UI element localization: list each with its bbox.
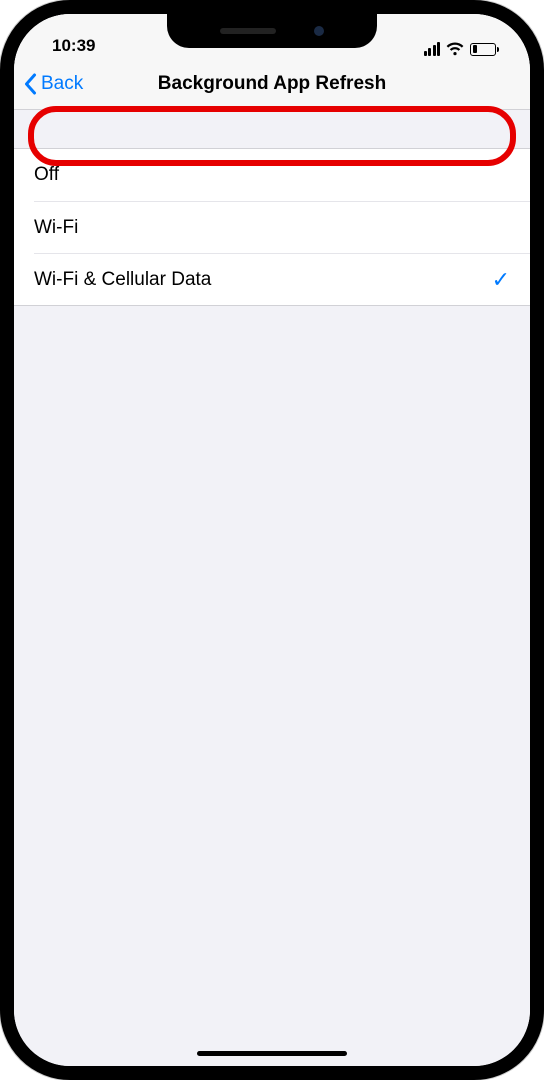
option-wifi-cellular[interactable]: Wi-Fi & Cellular Data ✓ [34,253,530,305]
device-notch [167,14,377,48]
option-wifi[interactable]: Wi-Fi [34,201,530,253]
home-indicator[interactable] [197,1051,347,1056]
status-time: 10:39 [44,36,95,56]
speaker-grille [220,28,276,34]
front-camera [314,26,324,36]
navigation-bar: Back Background App Refresh [14,58,530,110]
option-label: Wi-Fi [34,217,78,239]
option-off[interactable]: Off [14,149,530,201]
status-indicators [424,42,501,56]
page-title: Background App Refresh [158,73,386,95]
battery-icon [470,43,496,56]
wifi-icon [446,42,464,56]
iphone-device-frame: 10:39 [0,0,544,1080]
option-label: Wi-Fi & Cellular Data [34,269,211,291]
options-list: Off Wi-Fi Wi-Fi & Cellular Data ✓ [14,148,530,306]
checkmark-icon: ✓ [492,267,510,293]
battery-level-low [473,45,477,53]
content-area: Off Wi-Fi Wi-Fi & Cellular Data ✓ [14,110,530,306]
screen: 10:39 [14,14,530,1066]
back-button[interactable]: Back [14,73,83,95]
option-label: Off [34,164,59,186]
cellular-signal-icon [424,42,441,56]
back-label: Back [41,73,83,95]
chevron-left-icon [24,73,37,95]
